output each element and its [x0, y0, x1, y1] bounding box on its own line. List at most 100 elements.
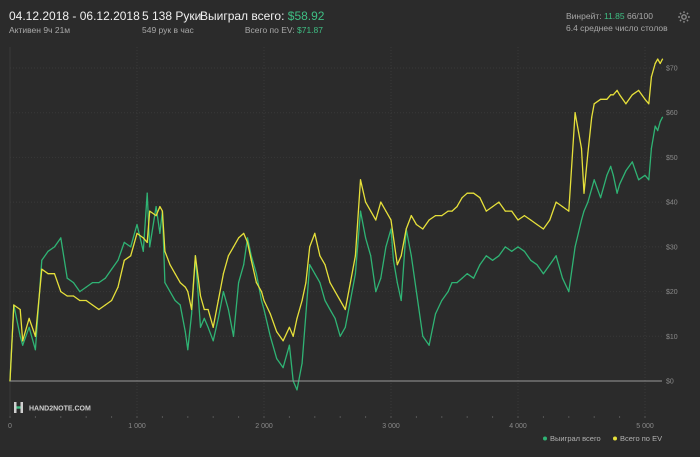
- data-point: [511, 250, 513, 252]
- data-point: [657, 130, 659, 132]
- data-point: [568, 291, 570, 293]
- data-point: [606, 98, 608, 100]
- data-point: [504, 246, 506, 248]
- data-point: [456, 206, 458, 208]
- data-point: [370, 210, 372, 212]
- data-point: [447, 210, 449, 212]
- data-point: [638, 179, 640, 181]
- data-point: [375, 291, 377, 293]
- data-point: [288, 344, 290, 346]
- data-point: [485, 255, 487, 257]
- data-point: [22, 340, 24, 342]
- legend-marker: [613, 436, 617, 441]
- x-tick-label: 4 000: [509, 423, 527, 430]
- data-point: [217, 299, 219, 302]
- data-point: [396, 264, 398, 266]
- data-point: [53, 246, 56, 248]
- data-point: [222, 273, 224, 275]
- data-point: [53, 273, 56, 275]
- data-point: [428, 219, 430, 221]
- data-point: [610, 94, 612, 96]
- data-point: [400, 299, 402, 302]
- data-point: [600, 98, 602, 100]
- data-point: [587, 152, 589, 154]
- y-tick-label: $30: [666, 244, 678, 251]
- data-point: [174, 273, 176, 275]
- legend-label: Всего по EV: [620, 434, 662, 443]
- data-point: [187, 291, 189, 293]
- data-point: [654, 62, 656, 65]
- y-tick-label: $0: [666, 379, 674, 386]
- data-point: [511, 210, 513, 212]
- data-point: [85, 299, 87, 302]
- data-point: [60, 237, 62, 239]
- data-point: [344, 326, 346, 328]
- data-point: [104, 304, 106, 306]
- data-point: [212, 326, 214, 328]
- data-point: [329, 308, 331, 311]
- data-point: [111, 299, 113, 302]
- data-point: [130, 255, 132, 257]
- data-point: [631, 161, 633, 163]
- data-point: [155, 206, 157, 208]
- data-point: [169, 264, 171, 266]
- data-point: [142, 250, 144, 252]
- data-point: [422, 335, 424, 337]
- data-point: [146, 241, 148, 243]
- data-point: [574, 112, 576, 114]
- data-point: [591, 116, 593, 118]
- data-point: [282, 367, 284, 369]
- data-point: [184, 331, 186, 333]
- data-point: [385, 210, 387, 212]
- data-point: [117, 259, 119, 261]
- data-point: [523, 215, 526, 217]
- data-point: [536, 264, 538, 266]
- data-point: [504, 210, 506, 212]
- data-point: [301, 299, 303, 302]
- data-point: [276, 331, 278, 333]
- data-point: [542, 273, 545, 275]
- data-point: [375, 219, 377, 221]
- data-point: [392, 237, 395, 239]
- data-point: [243, 264, 245, 266]
- x-tick-label: 5 000: [636, 423, 654, 430]
- data-point: [319, 255, 321, 257]
- data-point: [644, 98, 646, 100]
- data-point: [212, 340, 214, 342]
- data-point: [610, 165, 612, 167]
- data-point: [199, 326, 202, 328]
- data-point: [28, 317, 30, 319]
- data-point: [238, 282, 240, 284]
- data-point: [492, 259, 494, 261]
- data-point: [473, 277, 475, 279]
- data-point: [296, 317, 298, 319]
- data-point: [542, 228, 545, 230]
- data-point: [616, 89, 618, 91]
- data-point: [648, 103, 650, 105]
- data-point: [616, 192, 618, 194]
- data-point: [631, 94, 633, 96]
- data-point: [194, 255, 196, 257]
- data-point: [169, 291, 171, 293]
- data-point: [479, 197, 481, 199]
- data-point: [365, 201, 367, 203]
- data-point: [174, 299, 176, 302]
- data-point: [41, 268, 43, 270]
- logo-mark: [14, 402, 17, 413]
- data-point: [661, 116, 664, 118]
- data-point: [549, 264, 551, 266]
- data-point: [619, 183, 621, 185]
- data-point: [227, 255, 229, 257]
- data-point: [396, 282, 398, 284]
- data-point: [593, 103, 595, 105]
- data-point: [434, 215, 437, 217]
- grid: [9, 47, 662, 418]
- data-point: [296, 389, 298, 391]
- data-point: [324, 299, 326, 302]
- data-point: [123, 259, 125, 261]
- data-point: [612, 174, 614, 176]
- data-point: [91, 304, 94, 306]
- data-point: [359, 179, 362, 181]
- y-tick-label: $20: [666, 289, 678, 296]
- data-point: [606, 174, 608, 176]
